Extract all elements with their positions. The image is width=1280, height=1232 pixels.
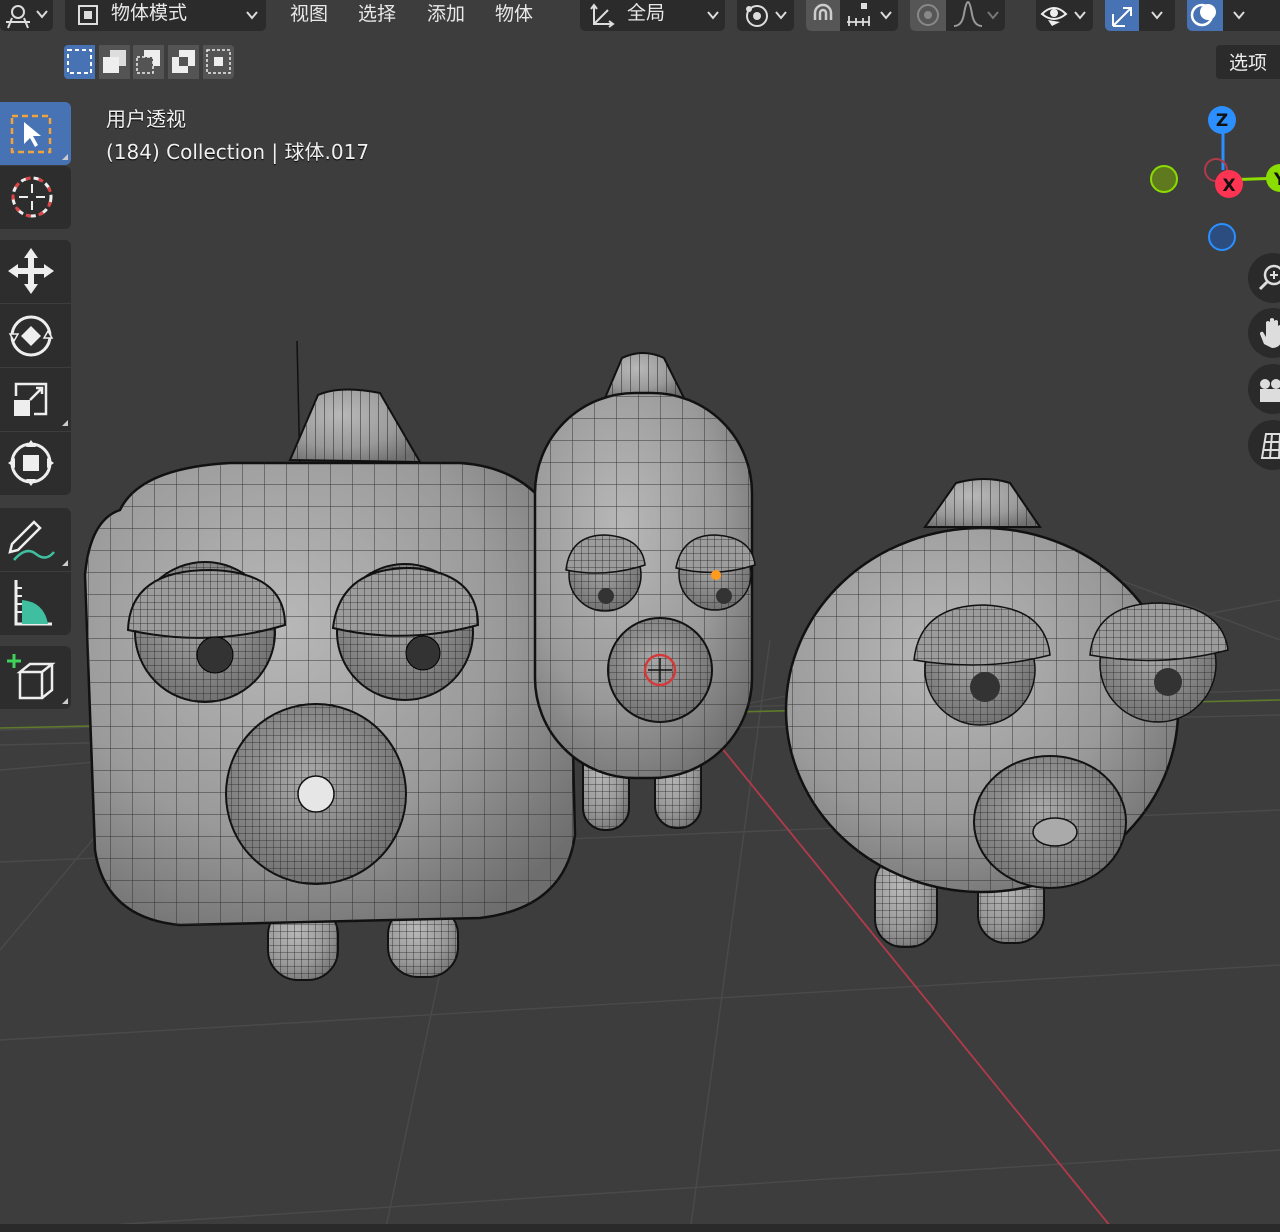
visibility-dropdown[interactable] [1036,0,1093,31]
transform-orientation-label: 全局 [627,2,666,24]
tool-select-box[interactable] [0,102,71,165]
ortho-grid-icon [1260,433,1280,459]
pivot-point-dropdown[interactable] [737,0,794,31]
falloff-curve-icon[interactable] [950,0,1005,31]
transform-icon [8,440,54,486]
gizmo-group [1105,0,1175,31]
sphere-creature[interactable] [784,478,1229,948]
options-label: 选项 [1229,52,1268,74]
neg-z-axis-handle[interactable] [1208,223,1236,251]
chevron-down-icon[interactable] [1232,8,1246,22]
add-cube-icon [7,654,68,704]
tool-rotate[interactable] [0,304,71,367]
zoom-button[interactable] [1248,253,1280,303]
options-button[interactable]: 选项 [1216,45,1280,79]
menu-select[interactable]: 选择 [358,0,396,28]
pan-button[interactable] [1248,308,1280,358]
select-new-icon [67,49,92,74]
editor-type-button[interactable] [0,0,53,31]
snap-magnet-icon [813,3,833,20]
gizmo-toggle[interactable] [1105,0,1139,31]
select-intersect-icon [206,49,231,74]
eye-icon [1040,7,1086,26]
tool-cursor[interactable] [0,166,71,229]
tool-measure[interactable] [0,572,71,635]
transform-orientation-icon [590,3,615,28]
measure-icon [14,580,52,626]
mode-label: 物体模式 [111,2,188,24]
pan-hand-icon [1260,318,1280,348]
menu-view[interactable]: 视图 [290,0,328,28]
tool-transform[interactable] [0,432,71,495]
select-mode-invert[interactable] [168,45,199,79]
object-origin-dot [711,570,721,580]
select-mode-subtract[interactable] [133,45,164,79]
overlay-toggle[interactable] [1187,0,1223,31]
overlay-group [1187,0,1280,31]
viewport-scene[interactable] [0,0,1280,1232]
gizmo-icon [1112,7,1132,27]
snap-group [806,0,898,31]
select-box-icon [10,114,68,160]
annotate-icon [8,520,68,566]
zoom-icon [1258,264,1280,291]
scale-icon [14,382,68,426]
ortho-toggle-button[interactable] [1248,420,1280,470]
snap-toggle[interactable] [806,0,840,31]
viewport-header: 物体模式 视图 选择 添加 物体 全局 [0,0,1280,32]
rotate-icon [8,315,54,357]
tool-annotate[interactable] [0,508,71,571]
tool-scale[interactable] [0,368,71,431]
proportional-edit-toggle[interactable] [910,0,946,31]
menu-object[interactable]: 物体 [495,0,533,28]
overlay-icon [1190,3,1216,27]
camera-view-button[interactable] [1248,364,1280,414]
transform-orientation-dropdown[interactable]: 全局 [580,0,725,31]
chevron-down-icon [246,11,258,20]
tool-add-cube[interactable] [0,646,71,709]
tool-move[interactable] [0,240,71,303]
chevron-down-icon [707,11,719,20]
select-mode-new[interactable] [64,45,95,79]
select-invert-icon [172,50,195,73]
cursor-icon [11,176,53,218]
view3d-icon [6,5,48,29]
snap-increment-icon[interactable] [844,0,898,31]
menu-add[interactable]: 添加 [427,0,465,28]
z-axis-label: Z [1216,111,1228,131]
pivot-point-icon [746,5,787,27]
proportional-edit-icon [917,4,939,26]
y-axis-label: Y [1273,170,1280,190]
3d-viewport[interactable]: 用户透视 (184) Collection | 球体.017 Z X Y [0,0,1280,1232]
move-icon [8,248,54,294]
chevron-down-icon[interactable] [1150,8,1164,22]
camera-icon [1260,379,1280,402]
x-axis-label: X [1222,176,1235,196]
cube-creature[interactable] [83,340,577,981]
select-subtract-icon [136,50,160,74]
proportional-edit-group [910,0,1005,31]
bottom-status-bar [0,1224,1280,1232]
select-mode-extend[interactable] [99,45,130,79]
select-extend-icon [103,50,126,73]
select-mode-intersect[interactable] [203,45,234,79]
navigation-gizmo[interactable]: Z X Y [1140,95,1280,260]
object-info-label: (184) Collection | 球体.017 [106,140,370,164]
object-mode-icon [78,5,98,25]
mode-dropdown[interactable]: 物体模式 [65,0,266,31]
neg-y-axis-handle[interactable] [1150,165,1178,193]
view-name-label: 用户透视 [106,107,186,131]
